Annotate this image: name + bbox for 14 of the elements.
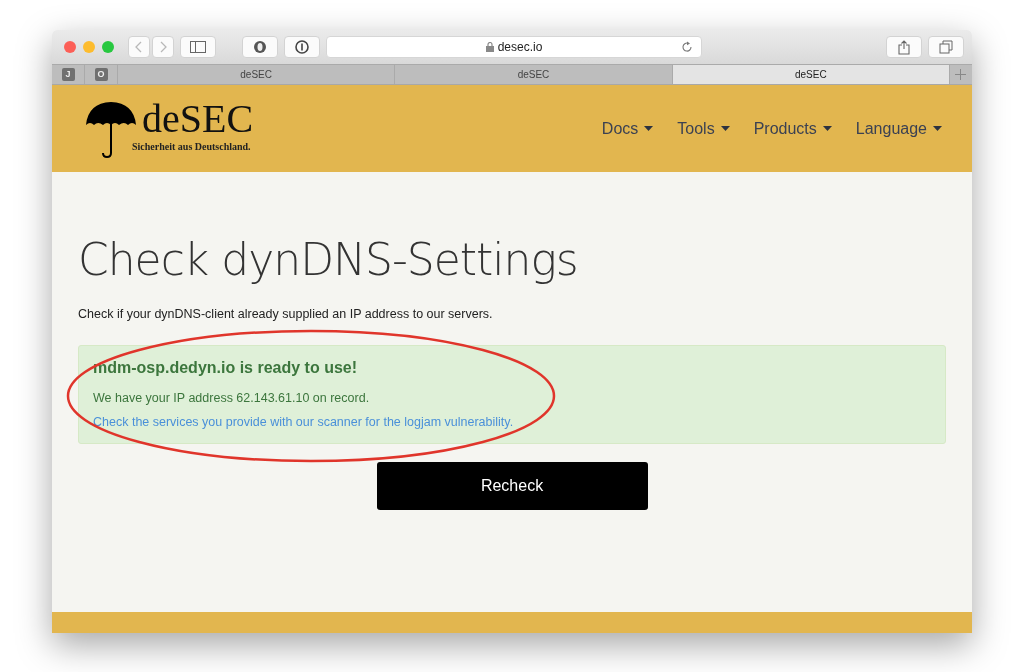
browser-tab[interactable]: deSEC [672, 65, 950, 84]
intro-text: Check if your dynDNS-client already supplied an IP address to our servers. [78, 307, 494, 321]
nav-menu[interactable]: Tools [677, 119, 730, 138]
nav-menu[interactable]: Language [855, 119, 942, 138]
address-field[interactable]: desec.io [326, 36, 702, 58]
logo-title[interactable]: deSEC [142, 98, 254, 139]
alert-heading: mdm-osp.dedyn.io is ready to use! [93, 359, 359, 377]
scanner-link[interactable]: Check the services you provide with our scanner for the logjam vulnerability. [93, 415, 514, 429]
recheck-button[interactable]: Recheck [376, 462, 648, 510]
nav-menu[interactable]: Products [753, 119, 832, 138]
nav-menu[interactable]: Docs [601, 119, 654, 138]
alert-message: We have your IP address 62.143.61.10 on record. [93, 391, 371, 405]
page-title: Check dynDNS-Settings [78, 234, 579, 285]
logo-tagline: Sicherheit aus Deutschland. [132, 140, 252, 152]
